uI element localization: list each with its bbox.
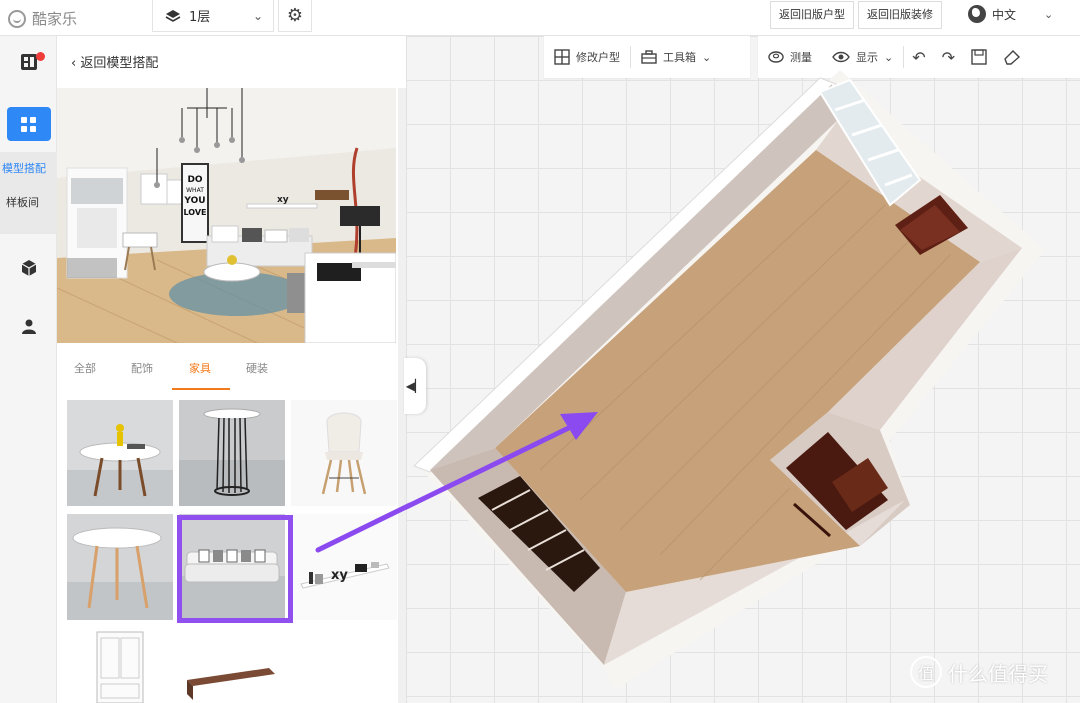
tab-accessories[interactable]: 配饰 [131,360,153,376]
bar-table-thumbnail [179,400,285,506]
language-label: 中文 [992,7,1017,22]
nav-model-active [6,107,51,141]
panel-collapse-button[interactable]: ◀▏ [404,358,426,414]
design-canvas[interactable]: 修改户型 工具箱 ⌄ 测量 显示 ⌄ ↶ ↷ [406,36,1080,703]
chevron-down-icon: ⌄ [252,8,263,23]
item-wall-shelf[interactable]: xy [291,514,397,620]
item-coffee-table-round[interactable] [67,400,173,506]
item-dining-table-round[interactable] [67,514,173,620]
chair-thumbnail [291,400,397,506]
logo-icon [8,9,26,28]
wall-sign-line-2: WHAT [186,187,204,194]
nav-sub-sample-room[interactable]: 样板间 [0,186,57,220]
coffee-table-thumbnail [67,400,173,506]
grid-icon [21,116,36,132]
shelf-thumb-text: xy [331,568,348,583]
nav-layout-button[interactable] [0,42,57,82]
floor-select[interactable]: 1层 ⌄ [152,0,274,32]
language-select[interactable]: 中文 ⌄ [968,5,1053,23]
item-eames-chair[interactable] [291,400,397,506]
logo-text: 酷家乐 [32,10,78,28]
nav-model-button[interactable] [0,104,57,144]
old-decor-button[interactable]: 返回旧版装修 [858,1,942,29]
left-nav: 模型搭配 样板间 [0,36,57,703]
item-bar-table[interactable] [179,400,285,506]
nav-sub-model-match[interactable]: 模型搭配 [0,152,57,186]
floor-label: 1层 [189,10,211,25]
watermark-badge: 值 [910,656,942,688]
nav-3d-button[interactable] [0,248,57,288]
chevron-left-icon: ‹ [71,56,77,71]
shelf-thumbnail: xy [291,514,397,620]
nav-submenu: 模型搭配 样板间 [0,152,57,234]
layers-icon [165,9,181,22]
wall-sign-line-1: DO [187,175,202,185]
room-preview-render: DO WHAT YOU LOVE xy [57,88,396,343]
back-to-model-match[interactable]: ‹ 返回模型搭配 [71,52,158,71]
item-wood-shelf[interactable] [179,628,285,703]
watermark-text: 什么值得买 [948,661,1048,686]
settings-button[interactable]: ⚙ [278,0,312,32]
model-panel: ‹ 返回模型搭配 DO WHAT YOU LOVE xy 全部 配饰 家具 硬装… [57,36,406,703]
item-cabinet[interactable] [67,628,173,703]
tab-active-underline [172,388,230,390]
chevron-down-icon: ⌄ [1044,7,1054,21]
old-layout-button[interactable]: 返回旧版户型 [770,1,854,29]
tab-hard-decor[interactable]: 硬装 [246,360,268,376]
wall-sign-line-3: YOU [183,196,205,206]
round-table-thumbnail [67,514,173,620]
tab-all[interactable]: 全部 [74,360,96,376]
top-bar: 酷家乐 1层 ⌄ ⚙ 返回旧版户型 返回旧版装修 中文 ⌄ [0,0,1080,36]
cube-icon [21,260,36,276]
globe-icon [968,5,986,23]
collapse-left-icon: ◀▏ [405,379,425,393]
room-preview-image[interactable]: DO WHAT YOU LOVE xy [57,88,396,343]
back-label: 返回模型搭配 [80,56,159,71]
gear-icon: ⚙ [286,5,304,26]
shelf-text: xy [277,195,289,205]
watermark: 值 什么值得买 [910,656,1048,688]
tab-furniture[interactable]: 家具 [189,360,211,376]
app-logo[interactable]: 酷家乐 [8,8,77,29]
cabinet-thumbnail [67,628,173,703]
room-floorplan-3d [406,70,1045,690]
selected-item-highlight [177,515,293,623]
wall-sign-line-4: LOVE [183,208,206,217]
notification-dot [36,52,45,61]
nav-user-button[interactable] [0,306,57,346]
category-tabs: 全部 配饰 家具 硬装 [57,354,396,394]
wood-shelf-thumbnail [179,628,285,703]
user-icon [21,319,36,334]
floorplan-icon [20,54,37,70]
